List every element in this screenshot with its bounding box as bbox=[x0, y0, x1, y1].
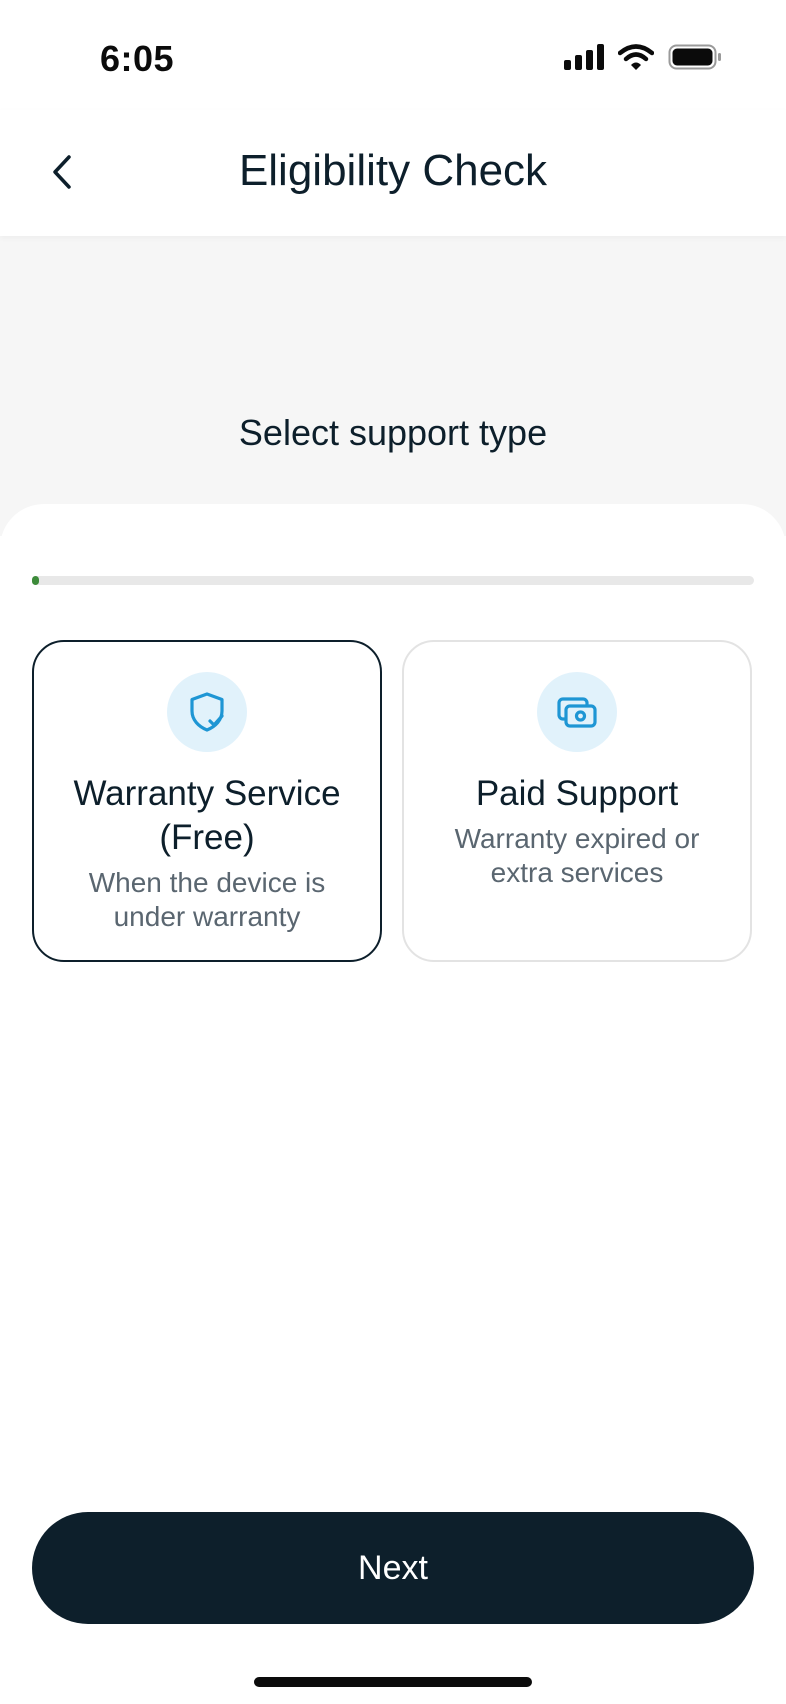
option-title: Paid Support bbox=[475, 774, 679, 813]
battery-icon bbox=[668, 44, 721, 70]
icon-badge bbox=[167, 672, 247, 752]
option-paid-support[interactable]: Paid Support Warranty expired or extra s… bbox=[402, 640, 752, 962]
option-warranty-service[interactable]: Warranty Service (Free) When the device … bbox=[32, 640, 382, 962]
icon-badge bbox=[537, 672, 617, 752]
shield-check-icon bbox=[190, 692, 224, 732]
progress-bar bbox=[32, 576, 754, 585]
page-title: Eligibility Check bbox=[238, 146, 548, 195]
wifi-icon bbox=[618, 44, 654, 70]
money-icon bbox=[557, 697, 597, 728]
next-button[interactable]: Next bbox=[32, 1512, 754, 1624]
status-time: 6:05 bbox=[100, 38, 175, 79]
home-indicator[interactable] bbox=[254, 1677, 532, 1687]
hero-section: Select support type bbox=[0, 236, 786, 536]
option-description: When the device is under warranty bbox=[88, 867, 326, 932]
nav-bar: Eligibility Check bbox=[0, 110, 786, 236]
option-title: Warranty Service (Free) bbox=[73, 774, 341, 857]
section-title: Select support type bbox=[238, 412, 548, 453]
progress-fill bbox=[32, 576, 40, 585]
signal-icon bbox=[564, 44, 604, 70]
status-bar: 6:05 bbox=[0, 0, 786, 110]
option-description: Warranty expired or extra services bbox=[454, 823, 700, 888]
status-icons bbox=[564, 44, 722, 70]
